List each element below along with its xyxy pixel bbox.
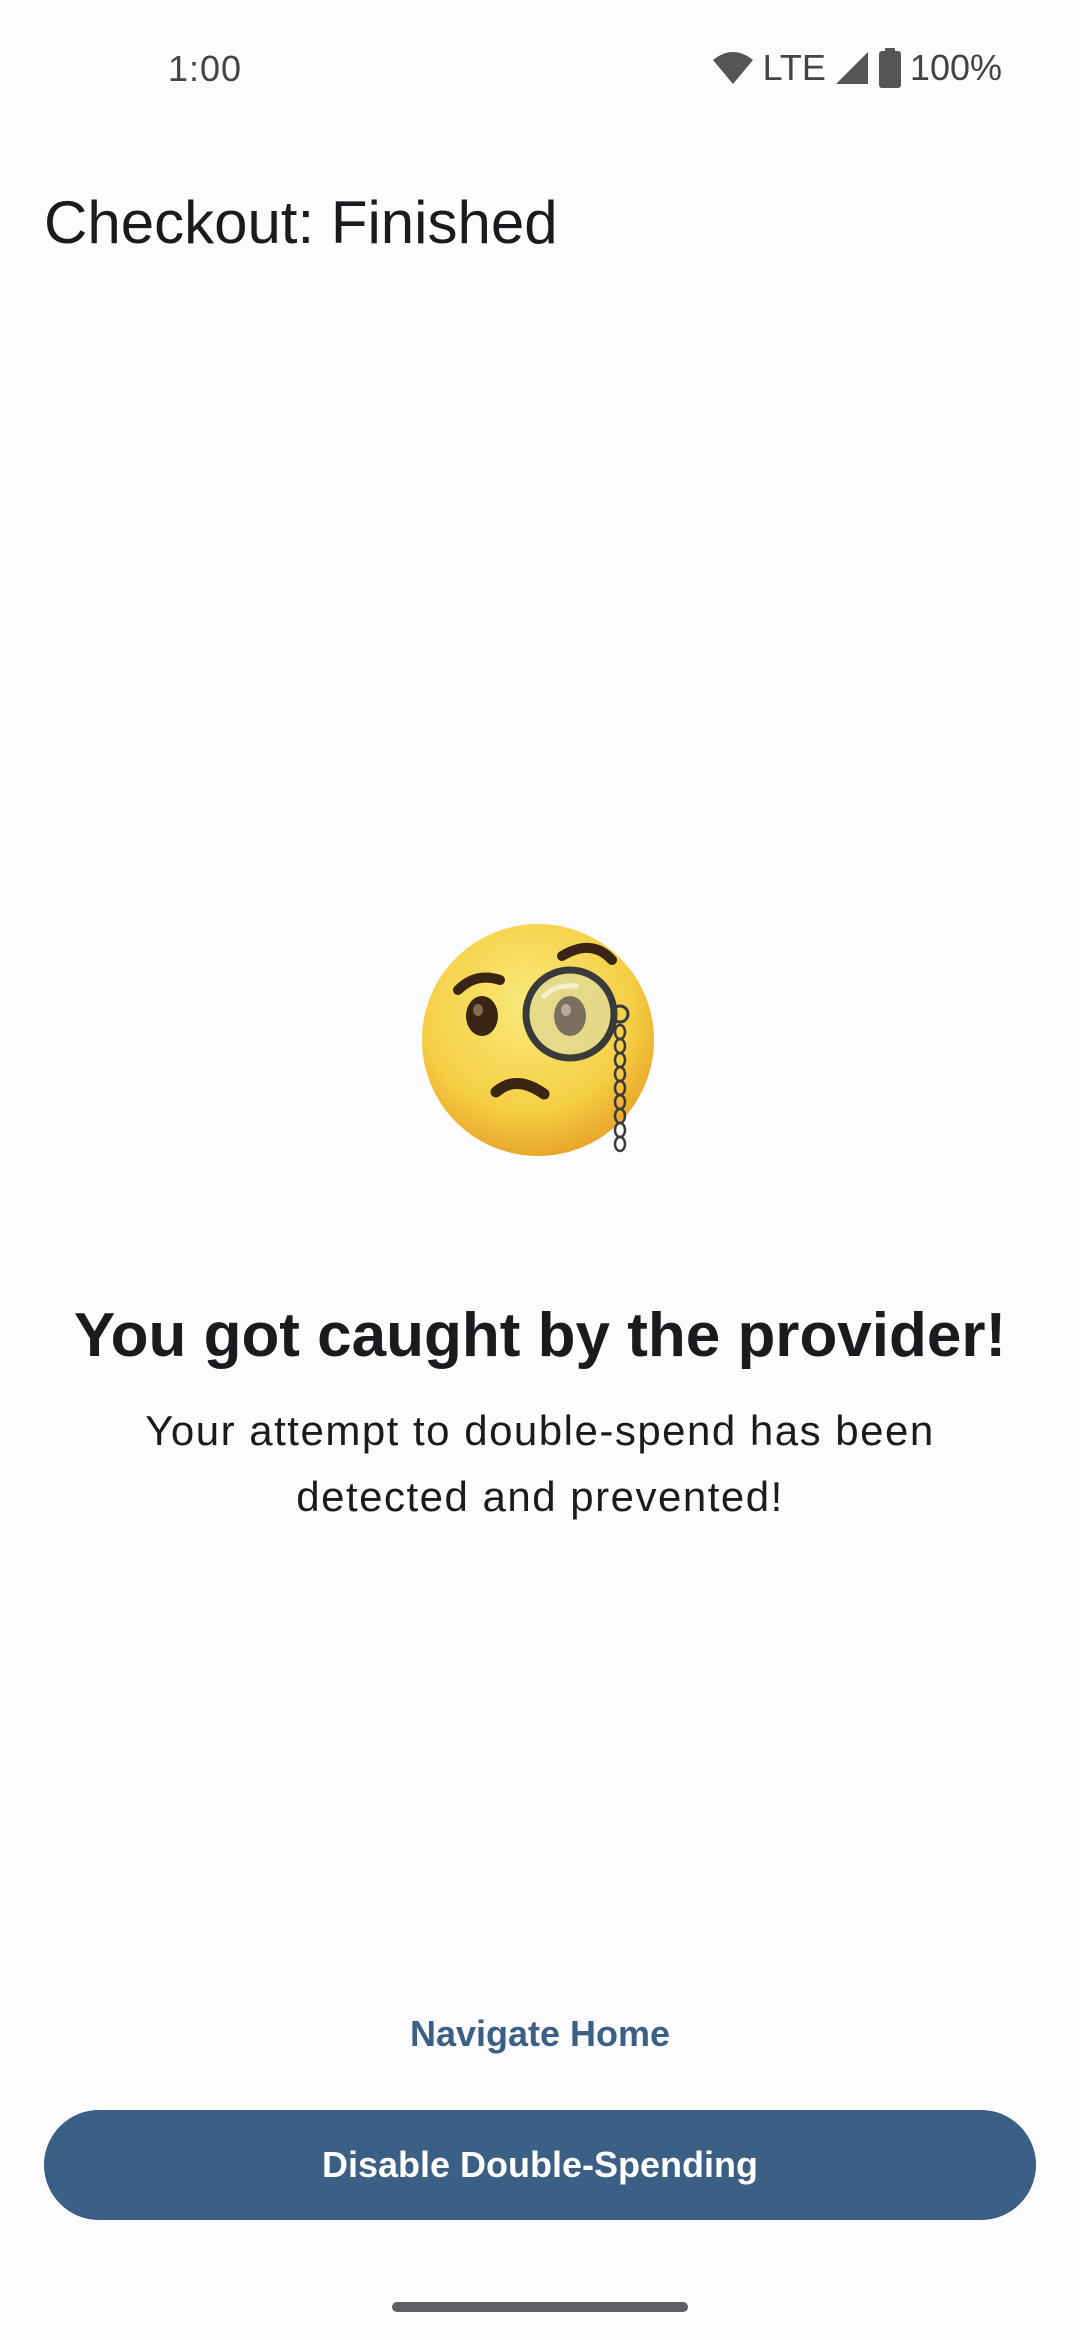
disable-double-spending-button[interactable]: Disable Double-Spending: [44, 2110, 1036, 2220]
face-with-monocle-icon: [416, 924, 668, 1176]
result-message: Your attempt to double-spend has been de…: [145, 1407, 935, 1520]
page-title: Checkout: Finished: [44, 189, 558, 256]
home-gesture-bar[interactable]: [392, 2302, 688, 2312]
cell-signal-icon: [834, 50, 870, 86]
battery-icon: [878, 48, 902, 88]
status-bar: 1:00 LTE 100%: [0, 0, 1080, 140]
network-type: LTE: [762, 47, 826, 88]
status-icons: LTE 100%: [711, 46, 1002, 90]
navigate-home-button[interactable]: Navigate Home: [340, 2004, 740, 2064]
result-headline: You got caught by the provider!: [73, 1301, 1007, 1370]
battery-percent: 100%: [909, 47, 1002, 88]
wifi-icon: [711, 50, 755, 86]
status-time: 1:00: [168, 48, 243, 89]
